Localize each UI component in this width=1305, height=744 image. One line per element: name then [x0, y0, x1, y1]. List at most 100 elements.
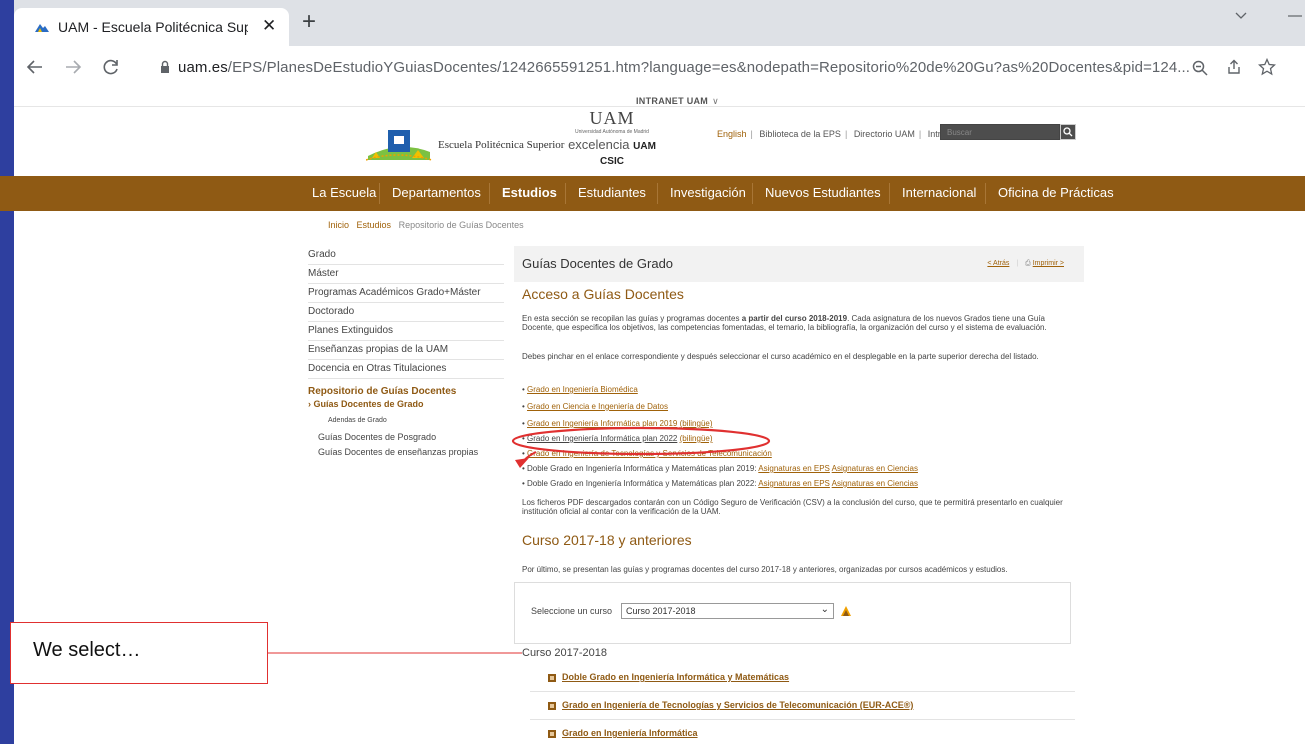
sidebar-item-docencia-otras[interactable]: Docencia en Otras Titulaciones: [308, 360, 504, 379]
lock-icon: [161, 60, 169, 73]
link-biomedica[interactable]: Grado en Ingeniería Biomédica: [527, 385, 638, 394]
url-path: /EPS/PlanesDeEstudioYGuiasDocentes/12426…: [227, 59, 1191, 76]
chevron-down-icon[interactable]: [1234, 10, 1248, 20]
sidebar-item-guias-propias[interactable]: Guías Docentes de enseñanzas propias: [318, 447, 478, 457]
close-tab-icon[interactable]: ✕: [262, 16, 276, 36]
forward-arrow-icon[interactable]: [64, 59, 82, 75]
link-informatica-2022[interactable]: Grado en Ingeniería Informática plan 202…: [527, 434, 677, 443]
eps-logo-icon: [366, 130, 432, 161]
course-select-panel: Seleccione un curso Curso 2017-2018 ⌄: [514, 582, 1071, 644]
new-tab-icon[interactable]: +: [302, 10, 316, 34]
zoom-icon[interactable]: [1192, 60, 1208, 76]
intro-paragraph: En esta sección se recopilan las guías y…: [522, 314, 1078, 332]
sidebar-item-planes-extinguidos[interactable]: Planes Extinguidos: [308, 322, 504, 341]
tab-title: UAM - Escuela Politécnica Superi: [58, 19, 248, 35]
main-navbar: La Escuela Departamentos Estudios Estudi…: [0, 176, 1305, 211]
print-icon: ⎙: [1025, 260, 1031, 267]
sidebar-section-repositorio[interactable]: Repositorio de Guías Docentes: [308, 386, 456, 397]
accordion-doble-grado[interactable]: Doble Grado en Ingeniería Informática y …: [562, 672, 789, 682]
browser-toolbar: uam.es/EPS/PlanesDeEstudioYGuiasDocentes…: [14, 46, 1305, 90]
link-informatica-2019[interactable]: Grado en Ingeniería Informática plan 201…: [527, 419, 677, 428]
nav-departamentos[interactable]: Departamentos: [392, 185, 481, 200]
chevron-down-icon: ∨: [712, 96, 719, 106]
doble-2019-text: Doble Grado en Ingeniería Informática y …: [527, 464, 759, 473]
link-ciencia-datos[interactable]: Grado en Ciencia e Ingeniería de Datos: [527, 402, 668, 411]
nav-nuevos-estudiantes[interactable]: Nuevos Estudiantes: [765, 185, 881, 200]
url-text[interactable]: uam.es/EPS/PlanesDeEstudioYGuiasDocentes…: [178, 59, 1190, 76]
accordion-telecomunicacion[interactable]: Grado en Ingeniería de Tecnologías y Ser…: [562, 700, 913, 710]
list-item: • Doble Grado en Ingeniería Informática …: [522, 464, 918, 473]
link-telecomunicacion[interactable]: Grado en Ingeniería de Tecnologías y Ser…: [527, 449, 772, 458]
instructions-paragraph: Debes pinchar en el enlace correspondien…: [522, 352, 1039, 361]
uam-logo[interactable]: UAM Universidad Autónoma de Madrid excel…: [562, 108, 662, 174]
expand-square-icon: [548, 730, 556, 738]
link-doble-2022-eps[interactable]: Asignaturas en EPS: [758, 479, 830, 488]
back-arrow-icon[interactable]: [26, 59, 44, 75]
accordion-item[interactable]: Grado en Ingeniería de Tecnologías y Ser…: [530, 692, 1075, 720]
site-search-input[interactable]: Buscar: [940, 124, 1060, 140]
sidebar-item-master[interactable]: Máster: [308, 265, 504, 284]
nav-divider: [565, 183, 566, 204]
accordion-item[interactable]: Doble Grado en Ingeniería Informática y …: [530, 664, 1075, 692]
intro-text-bold: a partir del curso 2018-2019: [741, 314, 848, 323]
list-item: • Grado en Ingeniería Biomédica: [522, 385, 638, 394]
go-arrow-icon[interactable]: [839, 604, 853, 618]
breadcrumb-inicio[interactable]: Inicio: [328, 220, 349, 230]
address-bar[interactable]: uam.es/EPS/PlanesDeEstudioYGuiasDocentes…: [148, 51, 1288, 85]
annotation-callout: We select…: [10, 622, 268, 684]
breadcrumb-current: Repositorio de Guías Docentes: [398, 220, 524, 230]
callout-text: We select…: [33, 639, 141, 661]
nav-investigacion[interactable]: Investigación: [670, 185, 746, 200]
link-biblioteca[interactable]: Biblioteca de la EPS: [759, 129, 841, 139]
sidebar-item-doctorado[interactable]: Doctorado: [308, 303, 504, 322]
search-icon[interactable]: [1060, 124, 1076, 140]
breadcrumb-estudios[interactable]: Estudios: [357, 220, 392, 230]
excelencia-text: excelencia: [568, 137, 630, 152]
link-english[interactable]: English: [717, 129, 747, 139]
nav-divider: [889, 183, 890, 204]
curso-2017-heading: Curso 2017-2018: [522, 647, 608, 659]
nav-oficina-practicas[interactable]: Oficina de Prácticas: [998, 185, 1114, 200]
nav-internacional[interactable]: Internacional: [902, 185, 976, 200]
share-icon[interactable]: [1226, 59, 1242, 75]
eps-name[interactable]: Escuela Politécnica Superior: [438, 139, 564, 151]
course-select[interactable]: Curso 2017-2018 ⌄: [621, 603, 834, 619]
link-bilingue-2022[interactable]: (bilingüe): [680, 434, 713, 443]
intranet-label: INTRANET UAM: [636, 96, 709, 106]
link-doble-2019-ciencias[interactable]: Asignaturas en Ciencias: [832, 464, 918, 473]
divider: [14, 106, 1305, 107]
nav-estudiantes[interactable]: Estudiantes: [578, 185, 646, 200]
reload-icon[interactable]: [102, 58, 120, 76]
browser-tab-strip: UAM - Escuela Politécnica Superi ✕ +: [0, 0, 1305, 744]
sidebar-item-guias-posgrado[interactable]: Guías Docentes de Posgrado: [318, 432, 436, 442]
list-item: • Grado en Ingeniería Informática plan 2…: [522, 434, 713, 443]
list-item: • Grado en Ciencia e Ingeniería de Datos: [522, 402, 669, 411]
nav-la-escuela[interactable]: La Escuela: [312, 185, 376, 200]
link-directorio[interactable]: Directorio UAM: [854, 129, 915, 139]
bookmark-star-icon[interactable]: [1258, 58, 1276, 76]
nav-estudios[interactable]: Estudios: [502, 185, 557, 200]
browser-tab[interactable]: UAM - Escuela Politécnica Superi ✕: [14, 8, 289, 46]
intro-text-1: En esta sección se recopilan las guías y…: [522, 314, 742, 323]
uam-favicon-icon: [35, 24, 49, 32]
sidebar-item-programas[interactable]: Programas Académicos Grado+Máster: [308, 284, 504, 303]
link-doble-2022-ciencias[interactable]: Asignaturas en Ciencias: [832, 479, 918, 488]
sidebar-item-guias-grado[interactable]: › Guías Docentes de Grado: [308, 399, 424, 409]
link-doble-2019-eps[interactable]: Asignaturas en EPS: [758, 464, 830, 473]
sidebar-item-grado[interactable]: Grado: [308, 246, 504, 265]
link-bilingue-2019[interactable]: (bilingüe): [680, 419, 713, 428]
accordion-item[interactable]: Grado en Ingeniería Informática: [530, 720, 1075, 744]
minimize-icon[interactable]: [1288, 14, 1302, 18]
expand-square-icon: [548, 702, 556, 710]
select-course-label: Seleccione un curso: [531, 606, 613, 616]
nav-divider: [657, 183, 658, 204]
print-link[interactable]: Imprimir >: [1033, 260, 1064, 267]
page-title-bar: Guías Docentes de Grado < Atrás | ⎙ Impr…: [514, 246, 1084, 282]
accordion-informatica[interactable]: Grado en Ingeniería Informática: [562, 728, 698, 738]
chevron-down-icon: ⌄: [820, 604, 829, 615]
course-select-value: Curso 2017-2018: [626, 606, 696, 616]
back-link[interactable]: < Atrás: [987, 260, 1009, 267]
sidebar-item-adendas[interactable]: Adendas de Grado: [328, 417, 387, 424]
sidebar-item-ensenanzas-propias[interactable]: Enseñanzas propias de la UAM: [308, 341, 504, 360]
doble-2022-text: Doble Grado en Ingeniería Informática y …: [527, 479, 759, 488]
